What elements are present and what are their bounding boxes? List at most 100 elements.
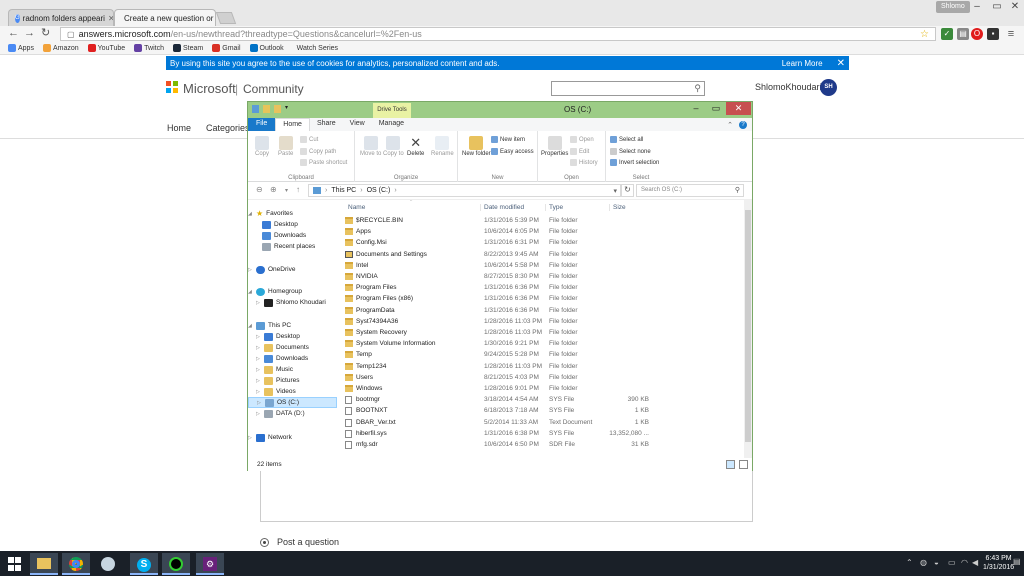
browser-tab-inactive[interactable]: G radnom folders appeari ✕ — [8, 9, 114, 26]
history-button[interactable]: History — [570, 159, 598, 166]
new-folder-button[interactable]: New folder — [462, 136, 491, 157]
file-row[interactable]: Documents and Settings 8/22/2013 9:45 AM F… — [337, 250, 744, 261]
column-date-modified[interactable]: Date modified — [480, 204, 524, 211]
nav-pc-videos[interactable]: ▷ Videos — [248, 386, 337, 397]
nav-favorites[interactable]: ◢ ★ Favorites — [248, 208, 337, 219]
extension-icon[interactable]: ✓ — [941, 28, 953, 40]
file-row[interactable]: Program Files (x86) 1/31/2016 6:36 PM File… — [337, 294, 744, 305]
nav-onedrive[interactable]: ▷ OneDrive — [248, 264, 337, 275]
ribbon-collapse-icon[interactable]: ⌃ — [727, 121, 733, 129]
skype-taskbar-icon[interactable]: S — [130, 553, 158, 575]
file-row[interactable]: $RECYCLE.BIN 1/31/2016 5:39 PM File folder — [337, 216, 744, 227]
crumb-this-pc[interactable]: This PC — [331, 187, 356, 194]
properties-button[interactable]: Properties — [541, 136, 568, 157]
scrollbar-thumb[interactable] — [745, 210, 751, 442]
tab-home[interactable]: Home — [275, 118, 310, 131]
nav-network[interactable]: ▷ Network — [248, 432, 337, 443]
user-name[interactable]: ShlomoKhoudari — [755, 82, 822, 92]
volume-icon[interactable]: ◀ — [972, 558, 978, 567]
tab-share[interactable]: Share — [310, 118, 343, 131]
file-row[interactable]: Config.Msi 1/31/2016 6:31 PM File folder — [337, 238, 744, 249]
file-row[interactable]: hiberfil.sys 1/31/2016 6:38 PM SYS File 13,… — [337, 429, 744, 440]
visual-studio-taskbar-icon[interactable]: ⚙ — [196, 553, 224, 575]
delete-button[interactable]: ✕ Delete — [407, 136, 424, 158]
back-arrow-icon[interactable]: ← — [8, 27, 19, 39]
file-row[interactable]: Users 8/21/2015 4:03 PM File folder — [337, 373, 744, 384]
details-view-icon[interactable] — [726, 460, 735, 469]
nav-pc-desktop[interactable]: ▷ Desktop — [248, 331, 337, 342]
site-search-input[interactable]: ⚲ — [551, 81, 705, 96]
bookmark-twitch[interactable]: Twitch — [134, 44, 164, 52]
community-title[interactable]: Community — [243, 82, 304, 96]
file-row[interactable]: Windows 1/28/2016 9:01 PM File folder — [337, 384, 744, 395]
crumb-os-c[interactable]: OS (C:) — [367, 187, 391, 194]
explorer-address-bar[interactable]: › This PC › OS (C:) › ▾ — [308, 184, 621, 197]
minimize-icon[interactable]: – — [966, 0, 988, 14]
steam-taskbar-icon[interactable] — [94, 553, 122, 575]
radio-selected-icon[interactable] — [260, 537, 269, 547]
nav-pc-pictures[interactable]: ▷ Pictures — [248, 375, 337, 386]
nav-pc-data-drive[interactable]: ▷ DATA (D:) — [248, 408, 337, 419]
copy-button[interactable]: Copy — [255, 136, 269, 157]
quick-access-dropdown-icon[interactable]: ▾ — [285, 104, 288, 112]
select-none-button[interactable]: Select none — [610, 148, 651, 155]
nav-pc-documents[interactable]: ▷ Documents — [248, 342, 337, 353]
windows-start-icon[interactable] — [8, 557, 22, 571]
tab-manage[interactable]: Manage — [372, 118, 411, 131]
file-row[interactable]: Apps 10/6/2014 6:05 PM File folder — [337, 227, 744, 238]
nav-this-pc[interactable]: ◢ This PC — [248, 320, 337, 331]
column-size[interactable]: Size — [609, 204, 626, 211]
column-name[interactable]: Name — [345, 204, 365, 211]
file-row[interactable]: Temp1234 1/28/2016 11:03 PM File folder — [337, 362, 744, 373]
opera-extension-icon[interactable]: O — [971, 28, 983, 40]
extension-icon[interactable]: ▪ — [987, 28, 999, 40]
minimize-icon[interactable]: – — [686, 102, 706, 115]
cut-button[interactable]: Cut — [300, 136, 318, 143]
bookmark-youtube[interactable]: YouTube — [87, 44, 125, 52]
forward-arrow-icon[interactable]: → — [24, 27, 35, 39]
tray-app-icon[interactable]: ◍ — [920, 558, 927, 567]
file-row[interactable]: DBAR_Ver.txt 5/2/2014 11:33 AM Text Docume… — [337, 418, 744, 429]
bookmark-watch-series[interactable]: Watch Series — [297, 45, 338, 52]
nav-desktop[interactable]: Desktop — [248, 219, 337, 230]
extension-icon[interactable]: ▤ — [957, 28, 969, 40]
new-item-button[interactable]: New item — [491, 136, 525, 143]
close-window-icon[interactable]: ✕ — [1004, 0, 1024, 14]
file-row[interactable]: BOOTNXT 6/18/2013 7:18 AM SYS File 1 KB — [337, 406, 744, 417]
bookmark-star-icon[interactable]: ☆ — [920, 29, 929, 40]
move-to-button[interactable]: Move to — [360, 136, 381, 157]
explorer-search-input[interactable]: Search OS (C:) ⚲ — [636, 184, 744, 197]
bookmark-outlook[interactable]: Outlook — [249, 44, 284, 52]
bookmark-amazon[interactable]: Amazon — [42, 44, 79, 52]
large-icons-view-icon[interactable] — [739, 460, 748, 469]
tray-app-icon[interactable]: ◒ — [934, 558, 939, 567]
tab-view[interactable]: View — [343, 118, 372, 131]
tray-overflow-icon[interactable]: ⌃ — [906, 558, 913, 567]
reload-icon[interactable]: ↻ — [41, 27, 50, 39]
post-question-option[interactable]: Post a question — [260, 537, 339, 547]
microsoft-logo-icon[interactable] — [166, 81, 178, 93]
nav-pc-downloads[interactable]: ▷ Downloads — [248, 353, 337, 364]
nav-pc-music[interactable]: ▷ Music — [248, 364, 337, 375]
app-taskbar-icon[interactable] — [162, 553, 190, 575]
page-info-icon[interactable]: ▢ — [67, 30, 75, 39]
file-explorer-taskbar-icon[interactable] — [30, 553, 58, 575]
easy-access-button[interactable]: Easy access — [491, 148, 534, 155]
vertical-scrollbar[interactable] — [744, 200, 752, 458]
bookmark-steam[interactable]: Steam — [173, 44, 203, 52]
bookmark-gmail[interactable]: Gmail — [212, 44, 241, 52]
nav-categories[interactable]: Categories — [206, 123, 250, 133]
close-window-icon[interactable]: ✕ — [726, 102, 751, 115]
new-tab-button[interactable] — [215, 12, 237, 24]
maximize-icon[interactable]: ▭ — [706, 102, 726, 115]
learn-more-link[interactable]: Learn More — [782, 59, 823, 68]
recent-locations-icon[interactable]: ▾ — [285, 187, 288, 194]
nav-homegroup[interactable]: ◢ Homegroup — [248, 286, 337, 297]
file-row[interactable]: Program Files 1/31/2016 6:36 PM File folde… — [337, 283, 744, 294]
up-arrow-icon[interactable]: ↑ — [296, 185, 300, 194]
open-button[interactable]: Open — [570, 136, 594, 143]
file-row[interactable]: System Recovery 1/28/2016 11:03 PM File fo… — [337, 328, 744, 339]
nav-recent-places[interactable]: Recent places — [248, 241, 337, 252]
nav-homegroup-user[interactable]: ▷ Shlomo Khoudari — [248, 297, 337, 308]
close-banner-icon[interactable]: ✕ — [837, 58, 845, 69]
